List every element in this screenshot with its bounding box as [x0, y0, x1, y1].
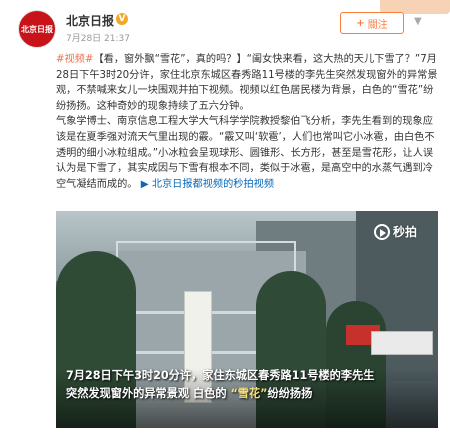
post-headline: 【看，窗外飘“雪花”，真的吗？】: [93, 54, 247, 65]
caption-line-2: 突然发现窗外的异常景观 白色的 “雪花”纷纷扬扬: [66, 385, 431, 403]
follow-label: 關注: [367, 19, 388, 31]
watermark-label: 秒拍: [393, 225, 418, 239]
caption-line-1: 7月28日下午3时20分许，家住东城区春秀路11号楼的李先生: [66, 369, 375, 382]
caption-line-2-pre: 突然发现窗外的异常景观 白色的: [66, 387, 227, 400]
avatar[interactable]: 北京日报: [18, 10, 56, 48]
caption-line-2-post: 纷纷扬扬: [267, 387, 313, 400]
post-paragraph-2: 气象学博士、南京信息工程大学大气科学学院教授黎伯飞分析，李先生看到的现象应该是在…: [56, 114, 438, 192]
plus-icon: +: [356, 17, 365, 29]
caption-quote: “雪花”: [230, 387, 268, 400]
post-header: 北京日报 北京日报 V 7月28日 21:37 + 關注 ▼: [0, 0, 450, 52]
post-text: #视频#【看，窗外飘“雪花”，真的吗？】“阖女快来看，这大热的天儿下雪了？”7月…: [56, 52, 438, 192]
video-player[interactable]: 秒拍 7月28日下午3时20分许，家住东城区春秀路11号楼的李先生 突然发现窗外…: [56, 211, 438, 428]
verified-badge-icon: V: [116, 13, 128, 25]
follow-button[interactable]: + 關注: [340, 12, 404, 34]
video-watermark: 秒拍: [374, 223, 417, 240]
play-circle-icon: [374, 223, 390, 240]
video-link[interactable]: 北京日报都视频的秒拍视频: [152, 179, 274, 190]
author-name[interactable]: 北京日报: [66, 12, 114, 29]
video-caption: 7月28日下午3时20分许，家住东城区春秀路11号楼的李先生 突然发现窗外的异常…: [66, 367, 431, 403]
video-link-icon[interactable]: ▶: [138, 179, 152, 190]
video-roof-rail: [116, 241, 296, 271]
topic-link[interactable]: #视频#: [56, 54, 93, 65]
post-timestamp[interactable]: 7月28日 21:37: [66, 31, 130, 44]
post-paragraph-1: #视频#【看，窗外飘“雪花”，真的吗？】“阖女快来看，这大热的天儿下雪了？”7月…: [56, 52, 438, 114]
chevron-down-icon[interactable]: ▼: [414, 16, 422, 27]
video-shop-sign: [371, 331, 433, 355]
